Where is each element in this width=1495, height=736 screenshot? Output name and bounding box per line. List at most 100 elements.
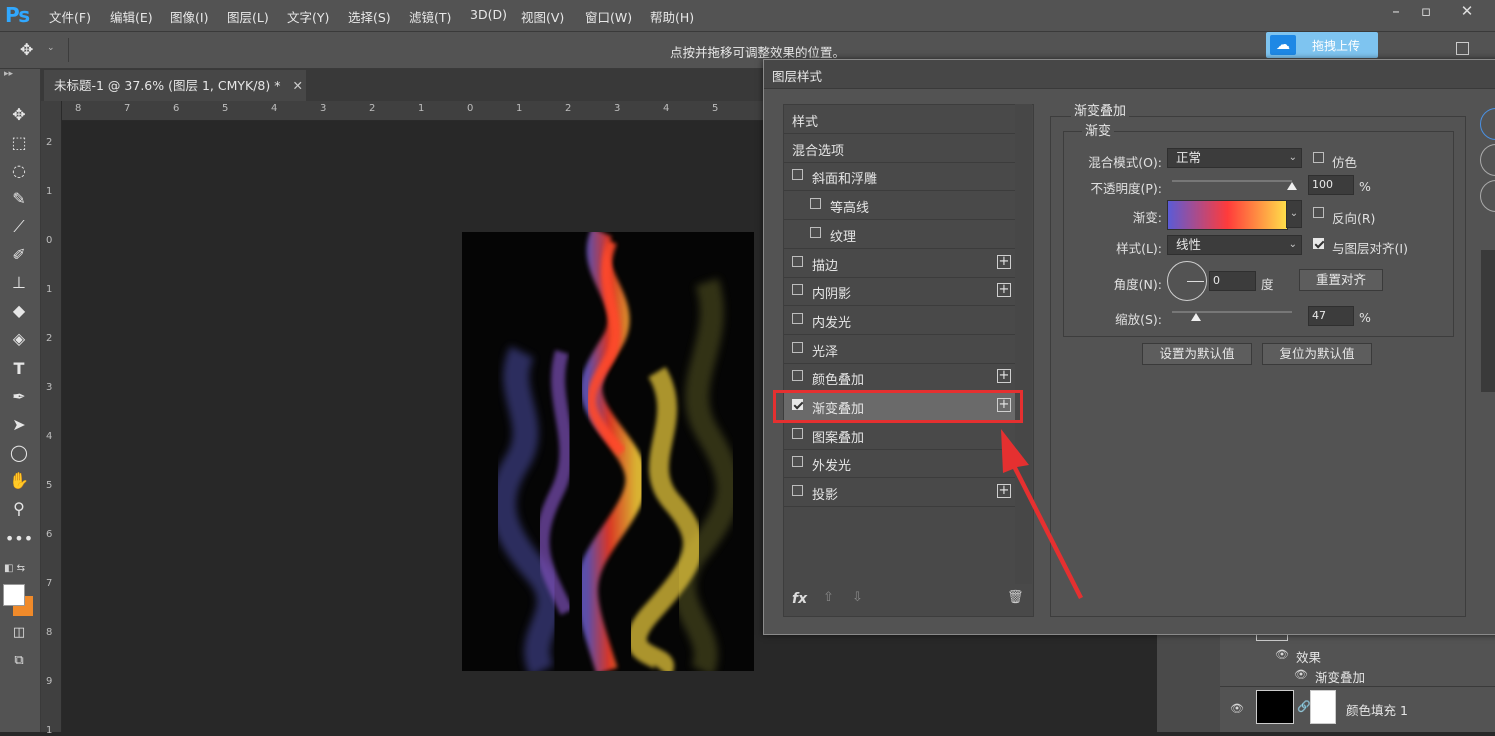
style-item[interactable]: 斜面和浮雕: [784, 162, 1015, 192]
menu-item[interactable]: 视图(V): [521, 7, 564, 26]
move-up-icon[interactable]: ⇧: [823, 590, 834, 605]
dither-checkbox[interactable]: [1313, 152, 1324, 163]
eye-icon[interactable]: 👁: [1294, 668, 1308, 681]
angle-input[interactable]: 0: [1209, 271, 1256, 291]
align-with-layer-checkbox[interactable]: [1313, 238, 1324, 249]
screen-mode-icon[interactable]: ⧉: [4, 649, 34, 673]
menu-item[interactable]: 滤镜(T): [409, 7, 451, 26]
brush-icon[interactable]: ✐: [4, 243, 34, 267]
style-item[interactable]: 混合选项: [784, 134, 1015, 163]
style-item[interactable]: 纹理: [784, 220, 1015, 249]
style-item[interactable]: 内发光: [784, 306, 1015, 335]
minimize-icon[interactable]: –: [1384, 2, 1408, 20]
scale-input[interactable]: 47: [1308, 306, 1354, 326]
chevron-down-icon[interactable]: ⌄: [47, 43, 55, 53]
style-checkbox[interactable]: [792, 312, 803, 324]
close-tab-icon[interactable]: ✕: [292, 78, 302, 93]
workspace-icon[interactable]: [1456, 42, 1469, 55]
lasso-icon[interactable]: ◌: [4, 159, 34, 183]
style-item[interactable]: 等高线: [784, 191, 1015, 221]
menu-item[interactable]: 窗口(W): [585, 7, 632, 26]
style-item[interactable]: 光泽: [784, 335, 1015, 364]
add-effect-icon[interactable]: +: [997, 369, 1011, 384]
style-checkbox[interactable]: [810, 198, 821, 210]
default-colors-icon[interactable]: ◧ ⇆: [4, 563, 25, 574]
style-checkbox[interactable]: [792, 456, 803, 468]
style-checkbox[interactable]: [792, 284, 803, 296]
menu-item[interactable]: 3D(D): [470, 7, 507, 22]
menu-item[interactable]: 图像(I): [170, 7, 208, 26]
style-item[interactable]: 内阴影 +: [784, 277, 1015, 307]
ellipse-icon[interactable]: ◯: [4, 441, 34, 465]
eye-icon[interactable]: 👁: [1230, 702, 1244, 715]
style-item-label: 颜色叠加: [812, 373, 865, 389]
style-checkbox[interactable]: [792, 169, 803, 181]
style-select[interactable]: 线性 ⌄: [1167, 235, 1302, 255]
hand-icon[interactable]: ✋: [4, 469, 34, 493]
angle-dial[interactable]: [1167, 261, 1207, 301]
quick-mask-icon[interactable]: ◫: [4, 621, 34, 645]
upload-button[interactable]: ☁ 拖拽上传: [1266, 32, 1378, 58]
style-checkbox[interactable]: [792, 341, 803, 353]
menu-item[interactable]: 选择(S): [348, 7, 391, 26]
style-item[interactable]: 描边 +: [784, 249, 1015, 278]
dialog-titlebar[interactable]: 图层样式: [764, 60, 1495, 89]
restore-icon[interactable]: ▫: [1414, 2, 1438, 20]
cancel-button-edge[interactable]: [1480, 144, 1495, 176]
eraser-icon[interactable]: ◆: [4, 299, 34, 323]
opacity-slider-thumb[interactable]: [1287, 182, 1297, 190]
blend-mode-select[interactable]: 正常 ⌄: [1167, 148, 1302, 168]
paint-bucket-icon[interactable]: ◈: [4, 327, 34, 351]
scale-slider-track[interactable]: [1172, 311, 1292, 313]
move-icon[interactable]: ✥: [4, 103, 34, 127]
quick-select-icon[interactable]: ✎: [4, 187, 34, 211]
reset-default-button[interactable]: 复位为默认值: [1262, 343, 1372, 365]
style-item[interactable]: 颜色叠加 +: [784, 363, 1015, 393]
menu-item[interactable]: 帮助(H): [650, 7, 694, 26]
gradient-dropdown-icon[interactable]: ⌄: [1286, 200, 1302, 228]
style-checkbox[interactable]: [792, 370, 803, 382]
new-style-button-edge[interactable]: [1480, 180, 1495, 212]
canvas-artwork[interactable]: [462, 232, 754, 671]
eye-icon[interactable]: 👁: [1275, 648, 1289, 661]
close-window-icon[interactable]: ✕: [1455, 2, 1479, 20]
more-tools-icon[interactable]: •••: [4, 527, 34, 551]
style-item[interactable]: 外发光: [784, 449, 1015, 479]
reverse-checkbox[interactable]: [1313, 207, 1324, 218]
ok-button-edge[interactable]: [1480, 108, 1495, 140]
stamp-icon[interactable]: ⊥: [4, 271, 34, 295]
menu-item[interactable]: 图层(L): [227, 7, 269, 26]
style-checkbox[interactable]: [810, 226, 821, 238]
document-tab[interactable]: 未标题-1 @ 37.6% (图层 1, CMYK/8) * ✕: [44, 70, 306, 101]
menu-item[interactable]: 文件(F): [49, 7, 91, 26]
move-down-icon[interactable]: ⇩: [852, 590, 863, 605]
style-item[interactable]: 样式: [784, 105, 1015, 134]
eyedropper-icon[interactable]: ⟋: [4, 215, 34, 239]
add-effect-icon[interactable]: +: [997, 283, 1011, 298]
fx-icon[interactable]: fx: [792, 591, 807, 607]
zoom-icon[interactable]: ⚲: [4, 497, 34, 521]
menu-item[interactable]: 文字(Y): [287, 7, 329, 26]
reset-alignment-button[interactable]: 重置对齐: [1299, 269, 1383, 291]
opacity-input[interactable]: 100: [1308, 175, 1354, 195]
style-checkbox[interactable]: [792, 255, 803, 267]
menu-item[interactable]: 编辑(E): [110, 7, 153, 26]
path-select-icon[interactable]: ➤: [4, 413, 34, 437]
collapse-icon[interactable]: ▸▸: [4, 69, 13, 79]
add-effect-icon[interactable]: +: [997, 254, 1011, 269]
set-default-button[interactable]: 设置为默认值: [1142, 343, 1252, 365]
style-checkbox[interactable]: [792, 485, 803, 497]
move-tool-icon[interactable]: ✥: [20, 40, 33, 59]
type-icon[interactable]: T: [4, 357, 34, 381]
style-item[interactable]: 投影 +: [784, 478, 1015, 508]
style-checkbox[interactable]: [792, 427, 803, 439]
pen-icon[interactable]: ✒: [4, 385, 34, 409]
style-item[interactable]: 图案叠加: [784, 421, 1015, 450]
opacity-slider-track[interactable]: [1172, 180, 1292, 182]
foreground-color-swatch[interactable]: [3, 584, 25, 606]
scale-slider-thumb[interactable]: [1191, 313, 1201, 321]
gradient-swatch[interactable]: [1167, 200, 1288, 230]
ruler-tick-label: 4: [271, 103, 278, 114]
ruler-tick-label: 1: [46, 186, 53, 197]
marquee-icon[interactable]: ⬚: [4, 131, 34, 155]
